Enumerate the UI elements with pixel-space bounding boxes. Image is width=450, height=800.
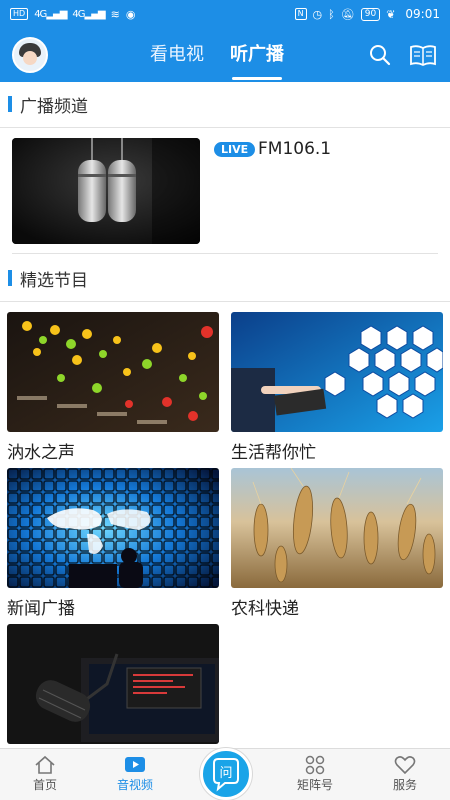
sim1-signal: 4G▂▄▆: [34, 8, 67, 20]
search-icon[interactable]: [368, 43, 392, 67]
status-bar: HD 4G▂▄▆ 4G▂▄▆ ≋ ◉ N ◷ ᛒ 🔕︎ 90 ❦ 09:01: [0, 0, 450, 28]
avatar[interactable]: [12, 37, 48, 73]
channel-item[interactable]: LIVE FM106.1: [12, 136, 438, 248]
battery-indicator: 90: [360, 7, 381, 21]
home-icon: [35, 755, 55, 774]
nav-home-label: 首页: [32, 778, 57, 792]
divider: [0, 301, 450, 302]
tab-tv[interactable]: 看电视: [150, 28, 204, 82]
program-card[interactable]: 新闻广播: [7, 468, 219, 619]
heart-icon: [394, 756, 416, 775]
app-header: 看电视 听广播: [0, 28, 450, 82]
ask-button[interactable]: 问: [200, 748, 252, 800]
nav-home[interactable]: 首页: [10, 749, 80, 800]
program-title: 生活帮你忙: [231, 443, 316, 463]
nav-video-label: 音视频: [116, 778, 153, 792]
sim2-signal: 4G▂▄▆: [72, 8, 105, 20]
clock: 09:01: [405, 7, 440, 21]
tab-radio[interactable]: 听广播: [230, 28, 284, 82]
mute-icon: 🔕︎: [340, 7, 355, 21]
eye-icon: ◉: [125, 7, 136, 21]
programs-section-title: 精选节目: [20, 270, 88, 291]
program-thumbnail: [7, 312, 219, 432]
channel-thumbnail: [12, 138, 200, 244]
program-card[interactable]: 汭水之声: [7, 312, 219, 463]
program-title: 农科快递: [231, 599, 299, 619]
channel-name: FM106.1: [258, 139, 332, 159]
nav-service[interactable]: 服务: [370, 749, 440, 800]
program-thumbnail: [231, 312, 443, 432]
live-badge: LIVE: [214, 142, 256, 157]
channels-section-title: 广播频道: [20, 96, 88, 117]
bluetooth-icon: ᛒ: [328, 7, 335, 21]
nfc-icon: N: [294, 8, 307, 20]
program-thumbnail: [231, 468, 443, 588]
program-thumbnail: [7, 468, 219, 588]
wifi-icon: ≋: [110, 7, 120, 21]
nav-service-label: 服务: [392, 778, 417, 792]
section-accent-bar: [8, 96, 12, 112]
programs-section-header: 精选节目: [0, 256, 450, 300]
program-title: 汭水之声: [7, 443, 75, 463]
program-title: 新闻广播: [7, 599, 75, 619]
hd-indicator: HD: [10, 8, 29, 20]
divider: [0, 127, 450, 128]
alarm-icon: ◷: [312, 7, 323, 21]
ask-icon: 问: [213, 758, 239, 792]
nav-video[interactable]: 音视频: [100, 749, 170, 800]
program-thumbnail: [7, 624, 219, 744]
program-card[interactable]: [7, 624, 219, 750]
nav-matrix[interactable]: 矩阵号: [280, 749, 350, 800]
nav-matrix-label: 矩阵号: [296, 778, 333, 792]
video-icon: [125, 757, 145, 772]
section-accent-bar: [8, 270, 12, 286]
program-card[interactable]: 生活帮你忙: [231, 312, 443, 463]
divider: [12, 253, 438, 254]
header-tabs: 看电视 听广播: [150, 28, 284, 82]
svg-text:问: 问: [219, 766, 232, 781]
book-icon[interactable]: [408, 42, 438, 68]
matrix-icon: [305, 755, 325, 775]
leaf-icon: ❦: [386, 7, 396, 21]
channels-section-header: 广播频道: [0, 82, 450, 126]
program-card[interactable]: 农科快递: [231, 468, 443, 619]
